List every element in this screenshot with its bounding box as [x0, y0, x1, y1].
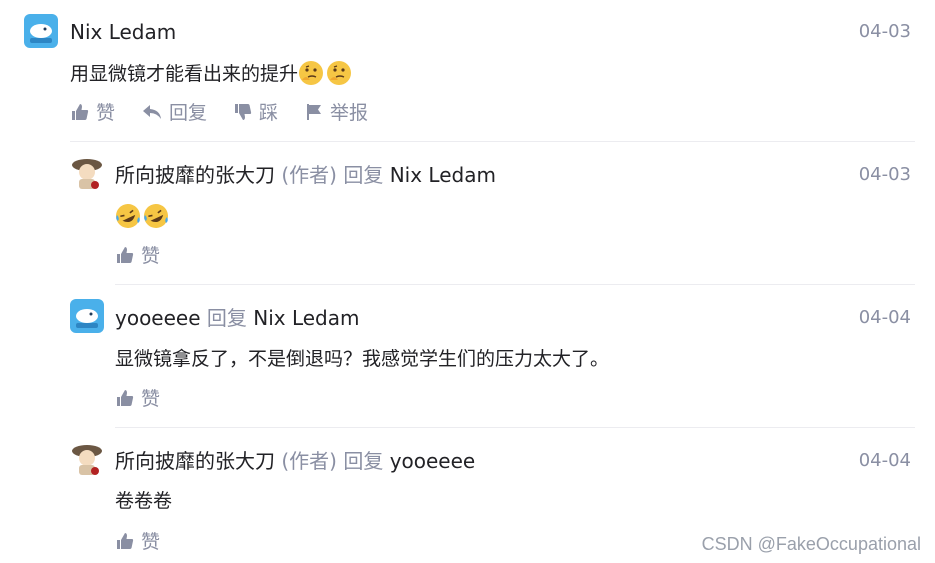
comment-actions: 赞: [115, 384, 186, 411]
divider: [115, 284, 915, 285]
avatar[interactable]: [70, 442, 104, 476]
like-button[interactable]: 赞: [115, 384, 160, 411]
comment-actions: 赞 回复 踩 举报: [70, 98, 394, 125]
comment-text: 卷卷卷: [115, 490, 173, 512]
comment-author[interactable]: Nix Ledam: [70, 20, 176, 44]
author-name[interactable]: yooeeee: [115, 306, 201, 330]
thumbs-up-icon: [117, 532, 134, 549]
like-label: 赞: [141, 388, 161, 410]
like-label: 赞: [141, 245, 161, 267]
like-label: 赞: [96, 102, 116, 124]
like-button[interactable]: 赞: [70, 98, 115, 125]
comment-text: 用显微镜才能看出来的提升: [70, 60, 354, 87]
comment-text: 显微镜拿反了，不是倒退吗？我感觉学生们的压力太大了。: [115, 348, 610, 370]
author-tag: (作者): [281, 163, 337, 187]
comment-text: [115, 203, 171, 230]
thumbs-up-icon: [72, 103, 89, 120]
comment-actions: 赞: [115, 241, 186, 268]
report-button[interactable]: 举报: [304, 98, 368, 125]
reply-word: 回复: [206, 306, 247, 330]
reply-target-name[interactable]: Nix Ledam: [390, 163, 496, 187]
comment-date: 04-03: [858, 164, 911, 185]
author-name[interactable]: 所向披靡的张大刀: [115, 449, 275, 473]
reply-arrow-icon: [143, 104, 162, 119]
flag-icon: [307, 103, 322, 120]
thumbs-up-icon: [117, 246, 134, 263]
comment-author: 所向披靡的张大刀 (作者) 回复 yooeeee: [115, 449, 475, 473]
comment-author: 所向披靡的张大刀 (作者) 回复 Nix Ledam: [115, 163, 496, 187]
watermark: CSDN @FakeOccupational: [701, 534, 921, 554]
like-button[interactable]: 赞: [115, 527, 160, 554]
avatar[interactable]: [70, 156, 104, 190]
reply-target-name[interactable]: Nix Ledam: [253, 306, 359, 330]
avatar[interactable]: [70, 299, 104, 333]
reply-button[interactable]: 回复: [141, 98, 207, 125]
comment-author: yooeeee 回复 Nix Ledam: [115, 306, 360, 330]
dislike-button[interactable]: 踩: [233, 98, 278, 125]
rolling-laughing-icon: [144, 204, 168, 228]
comment-actions: 赞: [115, 527, 186, 554]
avatar[interactable]: [24, 14, 58, 48]
dislike-label: 踩: [259, 102, 279, 124]
divider: [115, 427, 915, 428]
report-label: 举报: [330, 102, 369, 124]
author-tag: (作者): [281, 449, 337, 473]
thinking-face-icon: [299, 61, 324, 85]
like-button[interactable]: 赞: [115, 241, 160, 268]
reply-label: 回复: [169, 102, 208, 124]
author-name[interactable]: 所向披靡的张大刀: [115, 163, 275, 187]
reply-target-name[interactable]: yooeeee: [390, 449, 476, 473]
like-label: 赞: [141, 531, 161, 553]
comment-date: 04-04: [858, 450, 911, 471]
rolling-laughing-icon: [116, 204, 140, 228]
comment-date: 04-04: [858, 307, 911, 328]
thinking-face-icon: [327, 61, 352, 85]
author-name[interactable]: Nix Ledam: [70, 20, 176, 44]
comment-text-content: 用显微镜才能看出来的提升: [70, 63, 299, 85]
reply-word: 回复: [343, 163, 384, 187]
comment-date: 04-03: [858, 21, 911, 42]
divider: [70, 141, 915, 142]
thumbs-down-icon: [235, 103, 252, 120]
thumbs-up-icon: [117, 389, 134, 406]
reply-word: 回复: [343, 449, 384, 473]
